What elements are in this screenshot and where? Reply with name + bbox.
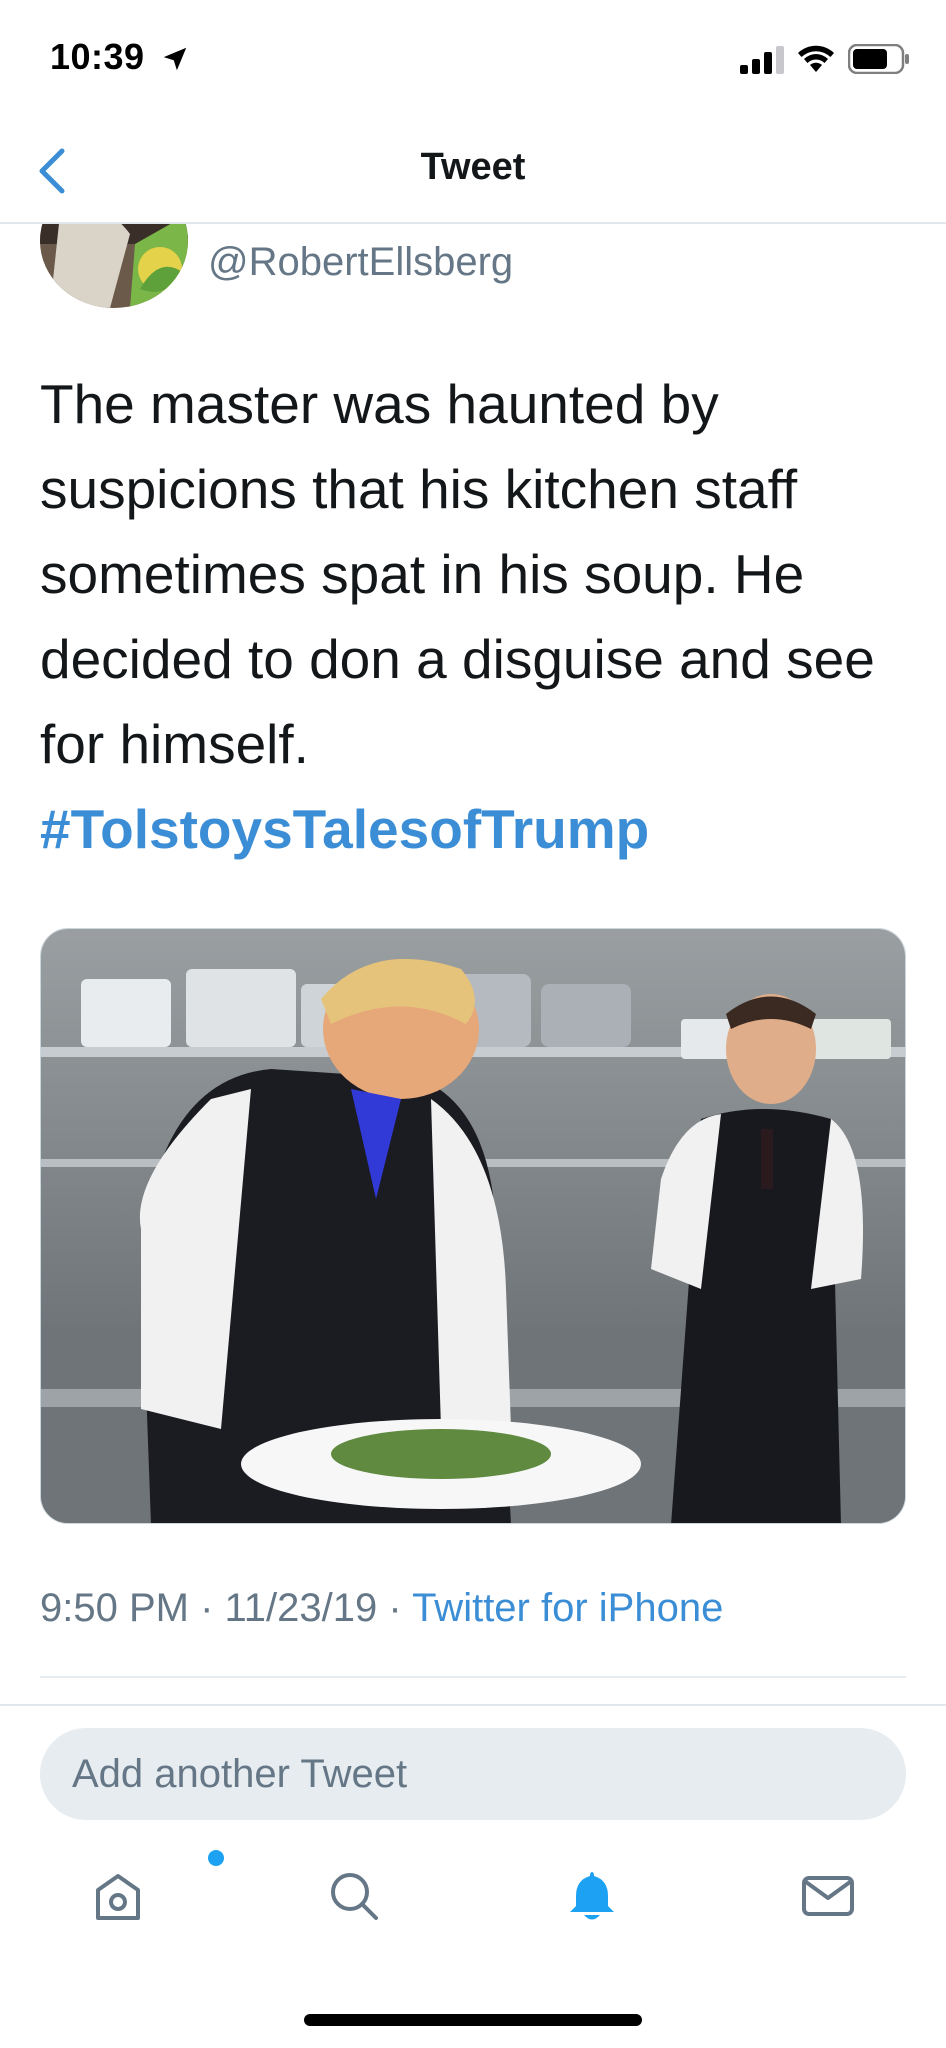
status-time: 10:39 — [50, 36, 145, 77]
home-icon — [96, 1874, 140, 1920]
hashtag-link[interactable]: #TolstoysTalesofTrump — [40, 798, 649, 860]
tweet-timestamp: 9:50 PM · 11/23/19 · — [40, 1586, 413, 1630]
add-tweet-input[interactable]: Add another Tweet — [40, 1728, 906, 1820]
bottom-bar: Add another Tweet — [0, 1704, 946, 2048]
tweet-content: @RobertEllsberg The master was haunted b… — [0, 224, 946, 1704]
home-indicator[interactable] — [304, 2014, 642, 2026]
tweet-author[interactable]: @RobertEllsberg — [40, 224, 906, 314]
new-content-dot — [208, 1850, 224, 1866]
tab-messages[interactable] — [788, 1856, 868, 1936]
author-handle: @RobertEllsberg — [208, 240, 514, 284]
tweet-image[interactable] — [40, 928, 906, 1524]
location-arrow-icon — [163, 47, 187, 71]
battery-icon — [848, 44, 909, 74]
divider — [40, 1676, 906, 1678]
tab-notifications[interactable] — [552, 1856, 632, 1936]
tab-search[interactable] — [314, 1856, 394, 1936]
tweet-source-link[interactable]: Twitter for iPhone — [412, 1586, 723, 1630]
navigation-bar: Tweet — [0, 120, 946, 224]
tab-bar — [0, 1850, 946, 1966]
tweet-meta: 9:50 PM · 11/23/19 · Twitter for iPhone — [40, 1586, 723, 1631]
tweet-text: The master was haunted by suspicions tha… — [40, 362, 900, 872]
avatar[interactable] — [40, 224, 188, 308]
search-icon — [331, 1873, 378, 1920]
messages-icon — [802, 1876, 854, 1916]
page-title: Tweet — [420, 146, 526, 188]
wifi-icon — [798, 45, 834, 72]
tweet-detail-screen: 10:39 Tweet @RobertEllsberg The master w… — [0, 0, 946, 2048]
signal-icon — [740, 46, 784, 74]
tab-home[interactable] — [78, 1850, 224, 1936]
notifications-icon — [570, 1872, 614, 1920]
status-bar: 10:39 — [0, 0, 946, 120]
tweet-body: The master was haunted by suspicions tha… — [40, 373, 875, 775]
